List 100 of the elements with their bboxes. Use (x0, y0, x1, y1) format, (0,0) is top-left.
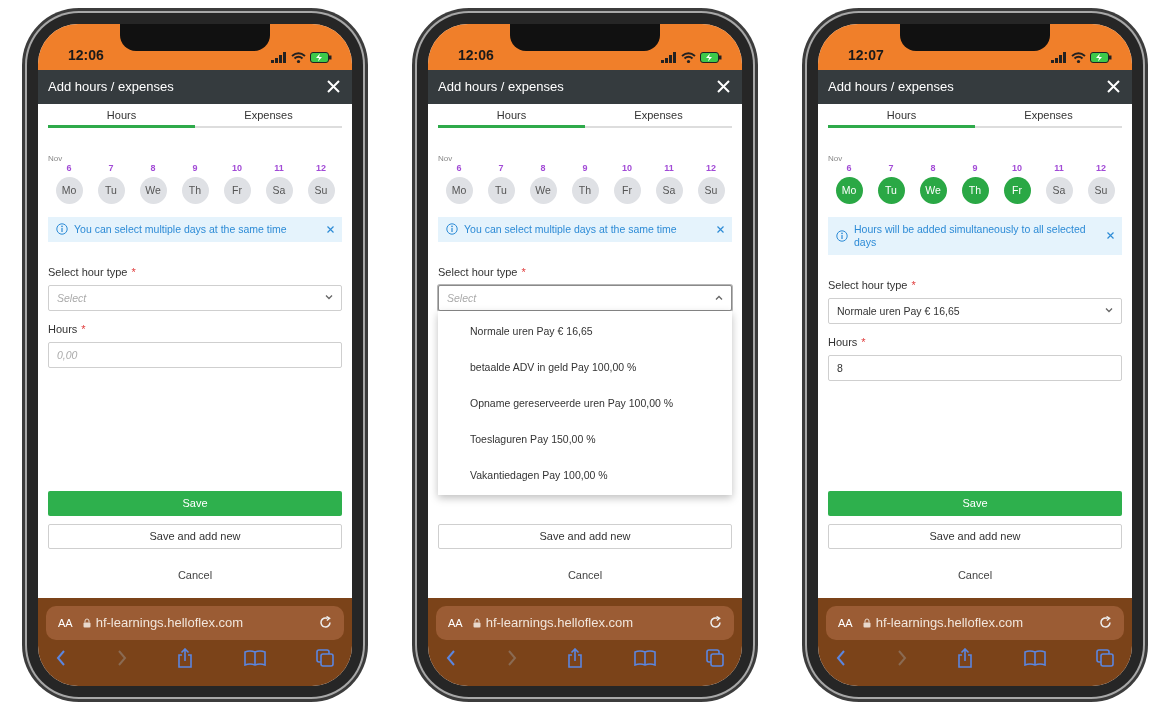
back-icon[interactable] (56, 649, 66, 666)
save-and-add-new-button[interactable]: Save and add new (438, 523, 732, 549)
day-toggle[interactable]: We (529, 176, 557, 204)
back-icon[interactable] (836, 649, 846, 666)
day-toggle[interactable]: Mo (55, 176, 83, 204)
date-number: 6 (846, 162, 852, 173)
date-number: 7 (888, 162, 894, 173)
field-label: Hours (828, 335, 858, 348)
cancel-link[interactable]: Cancel (951, 562, 999, 588)
dropdown-option[interactable]: Normale uren Pay € 16,65 (438, 312, 732, 349)
date-number: 9 (582, 162, 588, 173)
tab[interactable]: Expenses (975, 103, 1122, 128)
day-toggle[interactable]: Fr (223, 176, 251, 204)
date-number: 7 (108, 162, 114, 173)
month-label: Nov (438, 153, 454, 163)
status-time: 12:06 (458, 46, 494, 63)
day-toggle[interactable]: Th (181, 176, 209, 204)
caret-icon (325, 295, 333, 301)
reload-icon[interactable] (709, 616, 722, 629)
day-toggle[interactable]: Th (571, 176, 599, 204)
battery-icon (1090, 51, 1112, 63)
date-number: 7 (498, 162, 504, 173)
wifi-icon (681, 51, 696, 63)
day-toggle[interactable]: Su (1087, 176, 1115, 204)
dropdown-option[interactable]: Toeslaguren Pay 150,00 % (438, 420, 732, 457)
field-label: Select hour type (438, 265, 518, 278)
back-icon[interactable] (446, 649, 456, 666)
day-toggle[interactable]: Tu (877, 176, 905, 204)
dropdown-option[interactable]: Vakantiedagen Pay 100,00 % (438, 456, 732, 493)
dropdown-option[interactable]: Opname gereserveerde uren Pay 100,00 % (438, 384, 732, 421)
tab[interactable]: Hours (48, 103, 195, 128)
forward-icon[interactable] (896, 649, 907, 666)
text-size-button[interactable]: AA (58, 616, 73, 629)
book-icon[interactable] (243, 649, 266, 666)
share-icon[interactable] (567, 647, 583, 668)
required-mark: * (861, 335, 866, 348)
save-and-add-new-button[interactable]: Save and add new (48, 523, 342, 549)
cancel-link[interactable]: Cancel (561, 562, 609, 588)
day-toggle[interactable]: Th (961, 176, 989, 204)
share-icon[interactable] (957, 647, 973, 668)
day-toggle[interactable]: Fr (1003, 176, 1031, 204)
book-icon[interactable] (633, 649, 656, 666)
day-toggle[interactable]: Su (307, 176, 335, 204)
text-size-button[interactable]: AA (838, 616, 853, 629)
reload-icon[interactable] (319, 616, 332, 629)
field-label: Select hour type (48, 265, 128, 278)
required-mark: * (81, 322, 86, 335)
date-number: 11 (1054, 162, 1064, 173)
day-toggle[interactable]: Mo (445, 176, 473, 204)
day-toggle[interactable]: Tu (97, 176, 125, 204)
notice-text: You can select multiple days at the same time (74, 222, 288, 236)
date-number: 12 (706, 162, 716, 173)
dropdown-option[interactable]: betaalde ADV in geld Pay 100,00 % (438, 348, 732, 385)
address-bar[interactable]: AA hf-learnings.helloflex.com (46, 605, 344, 640)
required-mark: * (521, 265, 526, 278)
url-text: hf-learnings.helloflex.com (485, 615, 634, 630)
address-bar[interactable]: AA hf-learnings.helloflex.com (436, 605, 734, 640)
save-and-add-new-button[interactable]: Save and add new (828, 523, 1122, 549)
date-number: 9 (972, 162, 978, 173)
hours-input-field[interactable]: 8 (828, 354, 1122, 381)
day-toggle[interactable]: We (139, 176, 167, 204)
tabs-icon[interactable] (1096, 648, 1114, 667)
address-bar[interactable]: AA hf-learnings.helloflex.com (826, 605, 1124, 640)
day-toggle[interactable]: We (919, 176, 947, 204)
tab[interactable]: Expenses (195, 103, 342, 128)
cancel-link[interactable]: Cancel (171, 562, 219, 588)
tab[interactable]: Hours (828, 103, 975, 128)
forward-icon[interactable] (116, 649, 127, 666)
tab[interactable]: Hours (438, 103, 585, 128)
share-icon[interactable] (177, 647, 193, 668)
text-size-button[interactable]: AA (448, 616, 463, 629)
date-number: 12 (1096, 162, 1106, 173)
tabs-icon[interactable] (706, 648, 724, 667)
caret-icon (1105, 308, 1113, 314)
lock-icon (82, 617, 91, 628)
day-toggle[interactable]: Tu (487, 176, 515, 204)
notice-text: Hours will be added simultaneously to all selected days (854, 222, 1087, 249)
status-time: 12:07 (848, 46, 884, 63)
tab[interactable]: Expenses (585, 103, 732, 128)
date-number: 10 (232, 162, 242, 173)
date-number: 8 (150, 162, 156, 173)
book-icon[interactable] (1023, 649, 1046, 666)
lock-icon (862, 617, 871, 628)
day-toggle[interactable]: Su (697, 176, 725, 204)
day-toggle[interactable]: Mo (835, 176, 863, 204)
required-mark: * (131, 265, 136, 278)
day-toggle[interactable]: Sa (655, 176, 683, 204)
dialog-title: Add hours / expenses (438, 79, 564, 94)
info-icon (836, 229, 848, 242)
forward-icon[interactable] (506, 649, 517, 666)
date-number: 10 (622, 162, 632, 173)
day-toggle[interactable]: Sa (265, 176, 293, 204)
day-toggle[interactable]: Sa (1045, 176, 1073, 204)
reload-icon[interactable] (1099, 616, 1112, 629)
hour-type-dropdown[interactable]: Normale uren Pay € 16,65 (828, 297, 1122, 324)
date-number: 6 (66, 162, 72, 173)
tabs-icon[interactable] (316, 648, 334, 667)
day-toggle[interactable]: Fr (613, 176, 641, 204)
signal-icon (1051, 51, 1067, 63)
lock-icon (472, 617, 481, 628)
